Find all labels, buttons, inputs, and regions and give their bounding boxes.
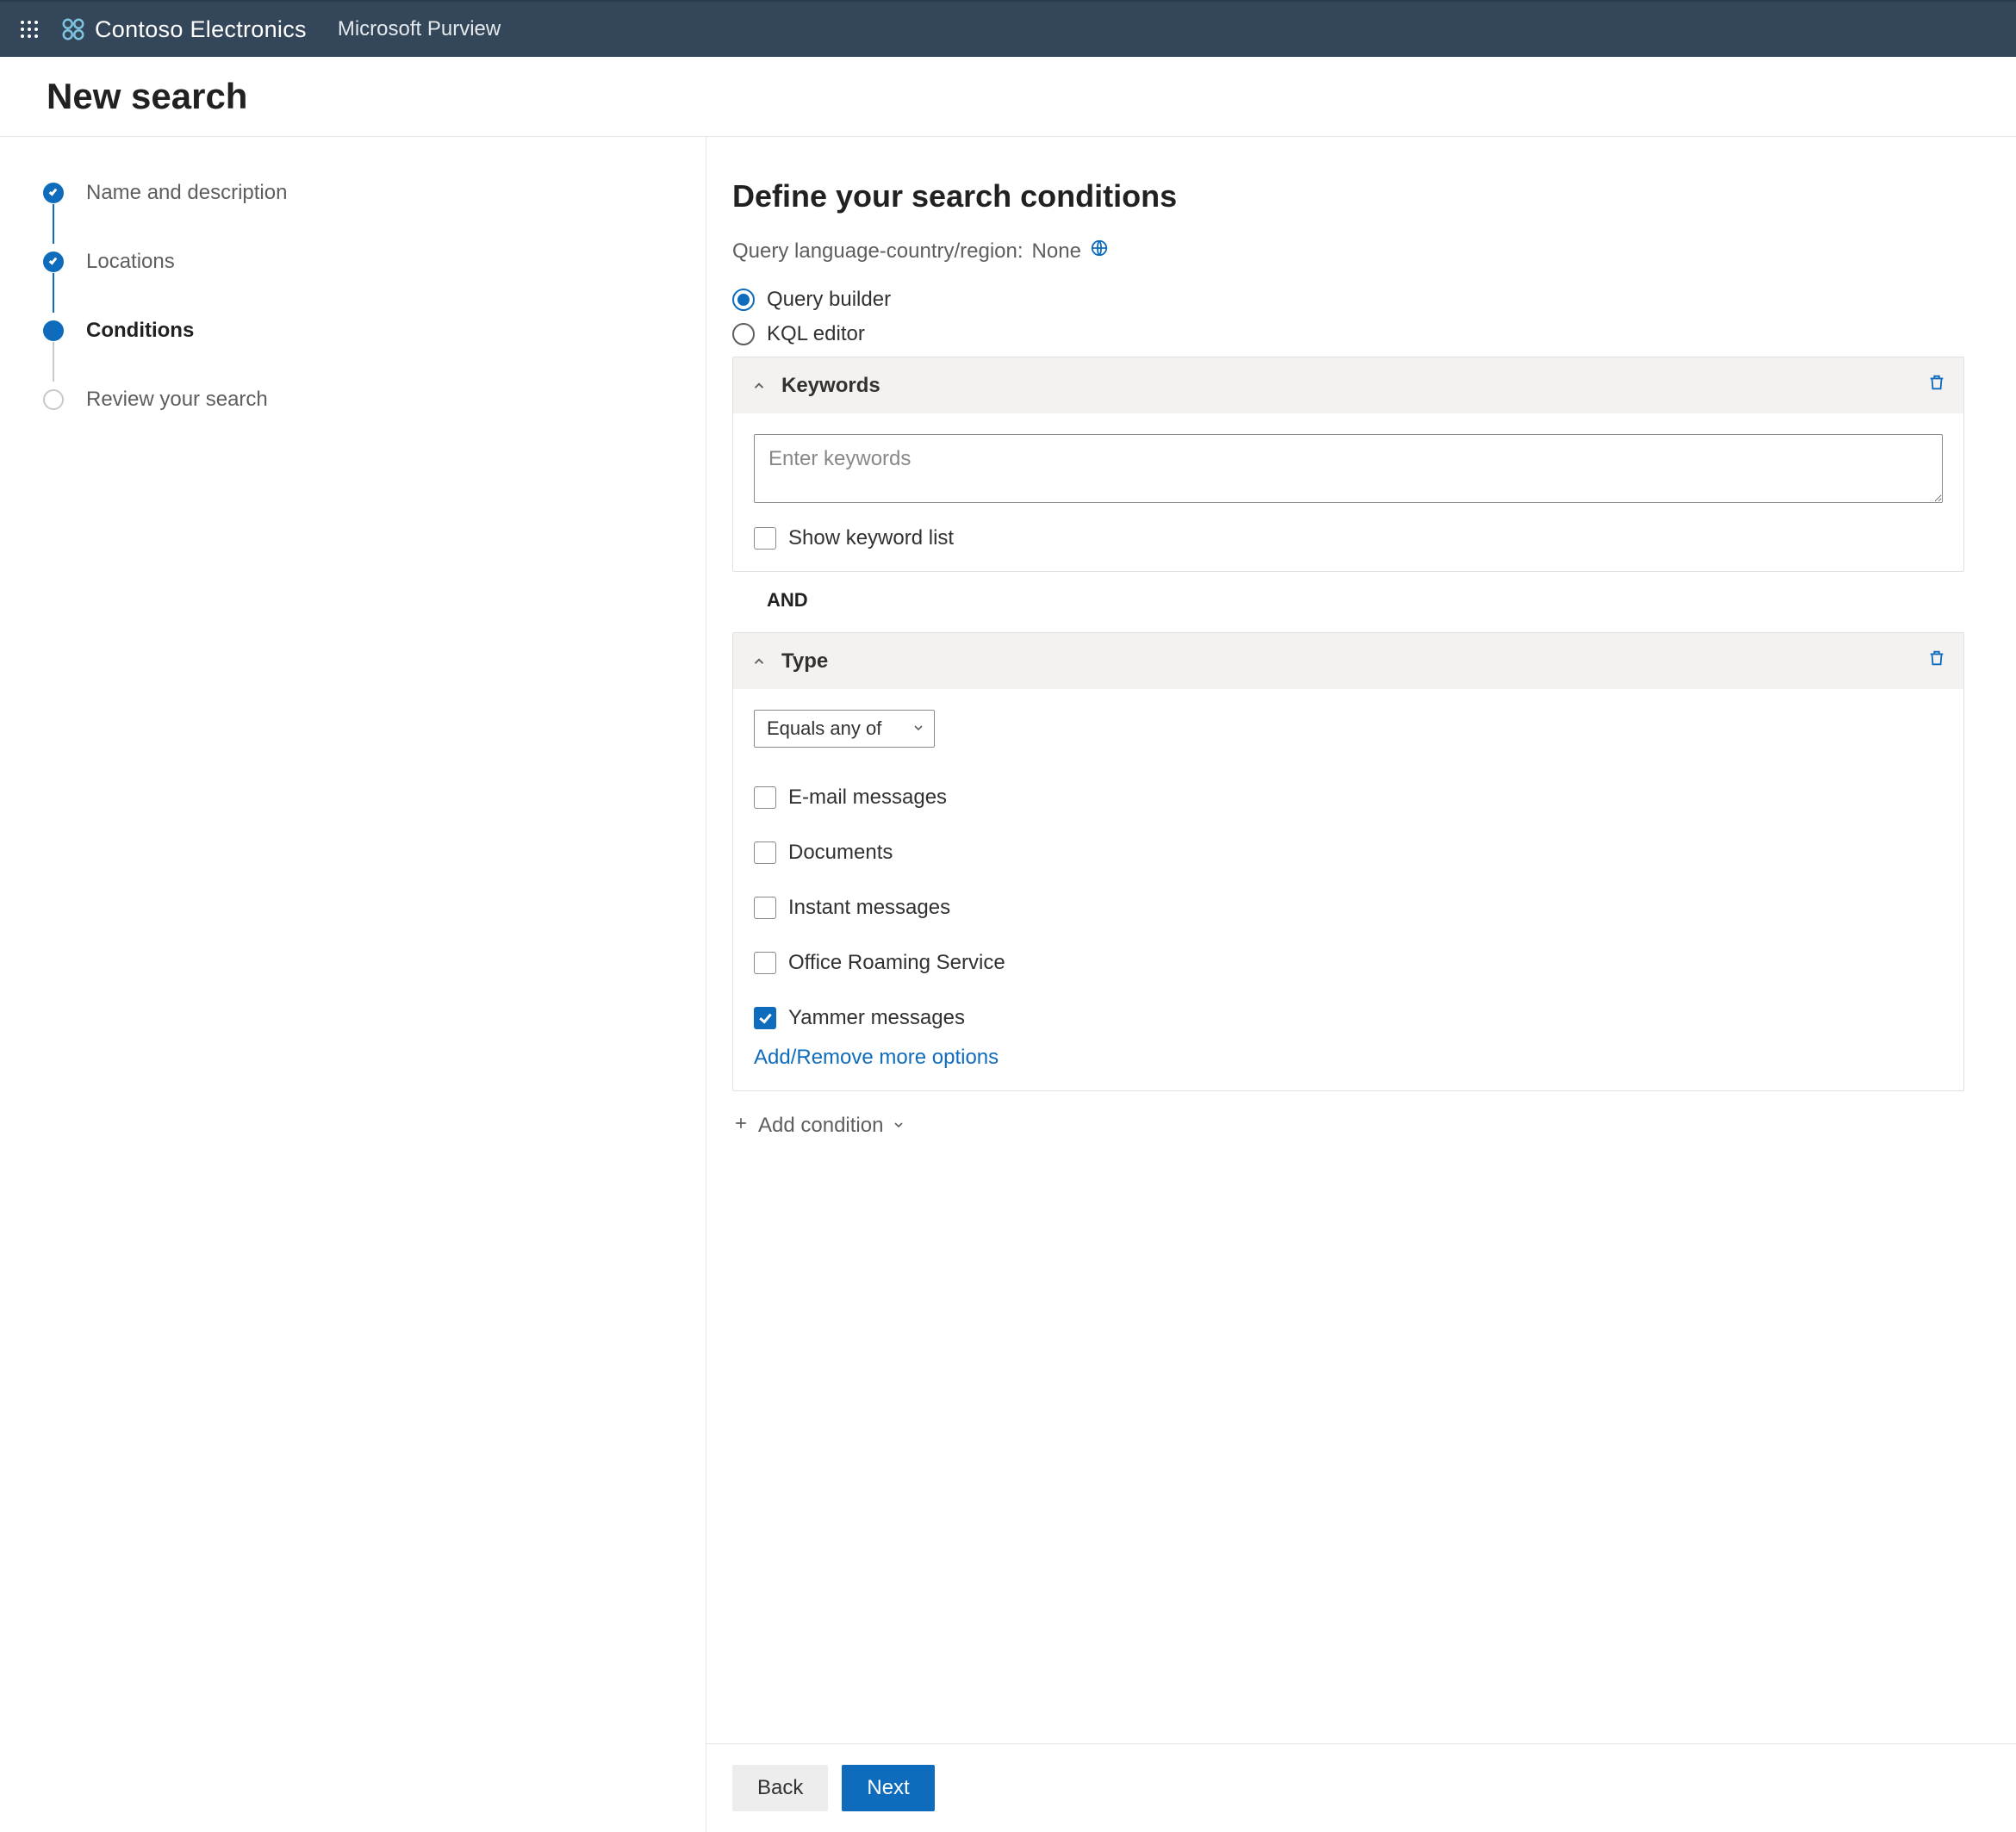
page-title: New search — [47, 76, 2016, 117]
type-option-documents[interactable]: Documents — [754, 841, 1943, 865]
wizard-sidebar: Name and description Locations Condition… — [0, 137, 706, 1832]
org-brand[interactable]: Contoso Electronics — [60, 16, 307, 43]
checkbox-icon — [754, 786, 776, 809]
condition-keywords: Keywords Show keyword list — [732, 357, 1964, 572]
condition-type-header[interactable]: Type — [733, 633, 1963, 689]
type-option-office-roaming[interactable]: Office Roaming Service — [754, 951, 1943, 975]
chevron-up-icon — [750, 653, 768, 670]
step-locations[interactable]: Locations — [43, 249, 671, 275]
page-title-bar: New search — [0, 57, 2016, 137]
chevron-up-icon — [750, 377, 768, 394]
radio-query-builder[interactable]: Query builder — [732, 288, 1964, 312]
keywords-input[interactable] — [754, 434, 1943, 503]
delete-icon[interactable] — [1927, 649, 1946, 674]
chevron-down-icon — [912, 717, 925, 740]
org-name: Contoso Electronics — [95, 16, 307, 43]
query-language-row: Query language-country/region: None — [732, 239, 1964, 264]
next-button[interactable]: Next — [842, 1765, 934, 1811]
chevron-down-icon — [892, 1114, 905, 1138]
query-language-label: Query language-country/region: — [732, 239, 1024, 264]
type-option-yammer[interactable]: Yammer messages — [754, 1006, 1943, 1030]
joiner-and: AND — [732, 572, 1964, 629]
checkbox-icon — [754, 897, 776, 919]
product-name[interactable]: Microsoft Purview — [338, 17, 501, 41]
wizard-footer: Back Next — [706, 1743, 2016, 1832]
step-name-description[interactable]: Name and description — [43, 180, 671, 206]
radio-icon — [732, 289, 755, 311]
edit-language-icon[interactable] — [1090, 239, 1109, 264]
checkbox-icon — [754, 841, 776, 864]
add-condition-button[interactable]: Add condition — [732, 1114, 905, 1138]
radio-icon — [732, 323, 755, 345]
checkbox-icon — [754, 1007, 776, 1029]
step-conditions[interactable]: Conditions — [43, 318, 671, 344]
main-heading: Define your search conditions — [732, 178, 1964, 214]
type-option-instant-messages[interactable]: Instant messages — [754, 896, 1943, 920]
radio-kql-editor[interactable]: KQL editor — [732, 322, 1964, 346]
step-review[interactable]: Review your search — [43, 387, 671, 413]
back-button[interactable]: Back — [732, 1765, 828, 1811]
query-language-value: None — [1032, 239, 1081, 264]
condition-keywords-header[interactable]: Keywords — [733, 357, 1963, 413]
type-option-email[interactable]: E-mail messages — [754, 786, 1943, 810]
app-launcher-icon[interactable] — [16, 16, 43, 43]
show-keyword-list-checkbox[interactable]: Show keyword list — [754, 526, 1943, 550]
org-logo-icon — [60, 16, 86, 42]
type-operator-select[interactable]: Equals any of — [754, 710, 935, 748]
plus-icon — [732, 1114, 750, 1138]
wizard-steps: Name and description Locations Condition… — [43, 180, 671, 413]
add-remove-options-link[interactable]: Add/Remove more options — [754, 1046, 999, 1070]
delete-icon[interactable] — [1927, 373, 1946, 398]
header-bar: Contoso Electronics Microsoft Purview — [0, 0, 2016, 57]
checkbox-icon — [754, 952, 776, 974]
checkbox-icon — [754, 527, 776, 550]
condition-type: Type Equals any of — [732, 632, 1964, 1091]
